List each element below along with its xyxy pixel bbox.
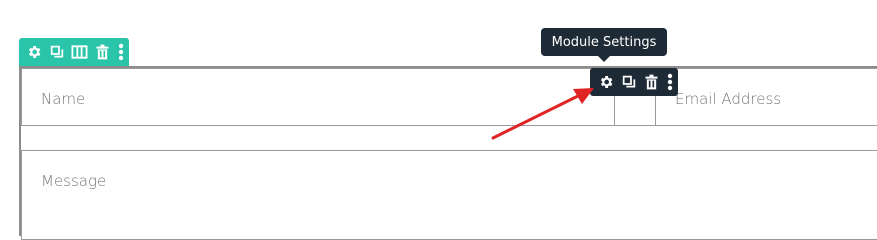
message-placeholder: Message bbox=[41, 172, 107, 190]
more-vertical-icon[interactable] bbox=[116, 43, 126, 62]
trash-icon[interactable] bbox=[93, 43, 112, 62]
module-settings-tooltip: Module Settings bbox=[541, 28, 667, 56]
email-field[interactable]: Email Address bbox=[655, 68, 877, 126]
duplicate-icon[interactable] bbox=[619, 73, 638, 92]
email-placeholder: Email Address bbox=[675, 90, 782, 108]
duplicate-icon[interactable] bbox=[47, 43, 66, 62]
module-toolbar bbox=[590, 68, 678, 96]
columns-icon[interactable] bbox=[70, 43, 89, 62]
trash-icon[interactable] bbox=[642, 73, 661, 92]
gear-icon[interactable] bbox=[596, 73, 615, 92]
message-field[interactable]: Message bbox=[21, 150, 877, 240]
name-field[interactable]: Name bbox=[21, 68, 615, 126]
gear-icon[interactable] bbox=[24, 43, 43, 62]
name-placeholder: Name bbox=[41, 90, 86, 108]
tooltip-arrow bbox=[598, 56, 610, 62]
row-toolbar bbox=[19, 38, 129, 66]
more-vertical-icon[interactable] bbox=[665, 73, 675, 92]
